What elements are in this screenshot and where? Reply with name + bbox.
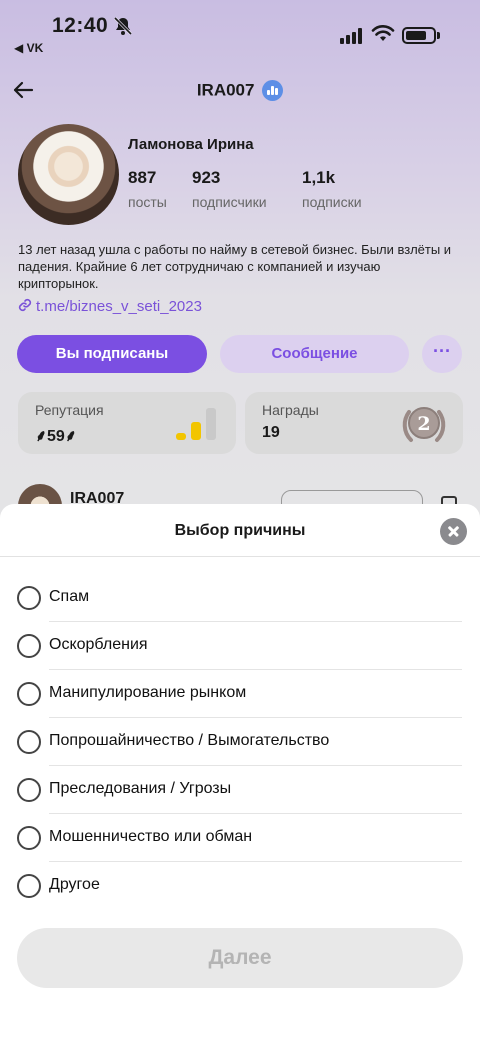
stat-followers[interactable]: 923 подписчики — [192, 168, 267, 210]
awards-value: 19 — [262, 424, 280, 441]
reason-option-other[interactable]: Другое — [0, 862, 480, 910]
reputation-title: Репутация — [35, 402, 104, 418]
awards-title: Награды — [262, 402, 319, 418]
stat-value: 1,1k — [302, 168, 336, 187]
battery-icon — [402, 27, 436, 44]
silver-medal-icon: 2 — [402, 407, 446, 442]
awards-card[interactable]: Награды 19 2 — [245, 392, 463, 454]
reputation-value: ⸙59⸙ — [35, 428, 77, 445]
next-button[interactable]: Далее — [17, 928, 463, 988]
reputation-bars-icon — [176, 406, 218, 440]
reason-option-harassment-threats[interactable]: Преследования / Угрозы — [0, 766, 480, 814]
close-icon[interactable] — [440, 518, 467, 545]
reason-option-fraud[interactable]: Мошенничество или обман — [0, 814, 480, 862]
stat-posts[interactable]: 887 посты — [128, 168, 167, 210]
reason-label: Мошенничество или обман — [49, 828, 253, 845]
stat-label: подписчики — [192, 194, 267, 210]
status-bar: 12:40 ◀ VK — [0, 0, 480, 60]
radio-button[interactable] — [17, 778, 41, 802]
reason-option-spam[interactable]: Спам — [0, 574, 480, 622]
report-reason-sheet: Выбор причины Спам Оскорбления Манипулир… — [0, 504, 480, 1043]
reason-label: Преследования / Угрозы — [49, 780, 232, 797]
profile-link-text: t.me/biznes_v_seti_2023 — [36, 298, 202, 315]
wifi-icon — [371, 25, 395, 41]
stat-following[interactable]: 1,1k подписки — [302, 168, 362, 210]
message-button[interactable]: Сообщение — [220, 335, 409, 373]
verified-badge-icon — [262, 80, 284, 102]
stat-label: подписки — [302, 194, 362, 210]
reason-label: Оскорбления — [49, 636, 148, 653]
more-options-button[interactable]: ··· — [422, 335, 462, 373]
reason-option-begging-extortion[interactable]: Попрошайничество / Вымогательство — [0, 718, 480, 766]
reputation-card[interactable]: Репутация ⸙59⸙ — [18, 392, 236, 454]
stat-value: 887 — [128, 168, 157, 187]
subscribed-button[interactable]: Вы подписаны — [17, 335, 207, 373]
profile-bio: 13 лет назад ушла с работы по найму в се… — [18, 242, 452, 291]
sheet-title: Выбор причины — [174, 522, 306, 539]
stat-label: посты — [128, 194, 167, 210]
radio-button[interactable] — [17, 826, 41, 850]
reason-label: Манипулирование рынком — [49, 684, 247, 701]
back-to-app-link[interactable]: ◀ VK — [14, 41, 43, 55]
profile-full-name: Ламонова Ирина — [128, 136, 254, 153]
status-time: 12:40 — [52, 14, 109, 37]
radio-button[interactable] — [17, 634, 41, 658]
radio-button[interactable] — [17, 682, 41, 706]
stat-value: 923 — [192, 168, 221, 187]
reason-label: Попрошайничество / Вымогательство — [49, 732, 330, 749]
profile-link[interactable]: t.me/biznes_v_seti_2023 — [18, 298, 202, 315]
medal-number: 2 — [417, 413, 430, 435]
sheet-divider — [0, 556, 480, 557]
link-icon — [18, 298, 32, 312]
reason-label: Спам — [49, 588, 90, 605]
bell-muted-icon — [113, 16, 133, 36]
reason-option-market-manipulation[interactable]: Манипулирование рынком — [0, 670, 480, 718]
avatar[interactable] — [18, 124, 119, 225]
radio-button[interactable] — [17, 730, 41, 754]
battery-tip — [437, 32, 440, 39]
radio-button[interactable] — [17, 586, 41, 610]
page-title: IRA007 — [0, 80, 480, 102]
signal-icon — [340, 28, 362, 44]
radio-button[interactable] — [17, 874, 41, 898]
reason-option-insults[interactable]: Оскорбления — [0, 622, 480, 670]
username-title: IRA007 — [196, 80, 255, 100]
reason-label: Другое — [49, 876, 100, 893]
